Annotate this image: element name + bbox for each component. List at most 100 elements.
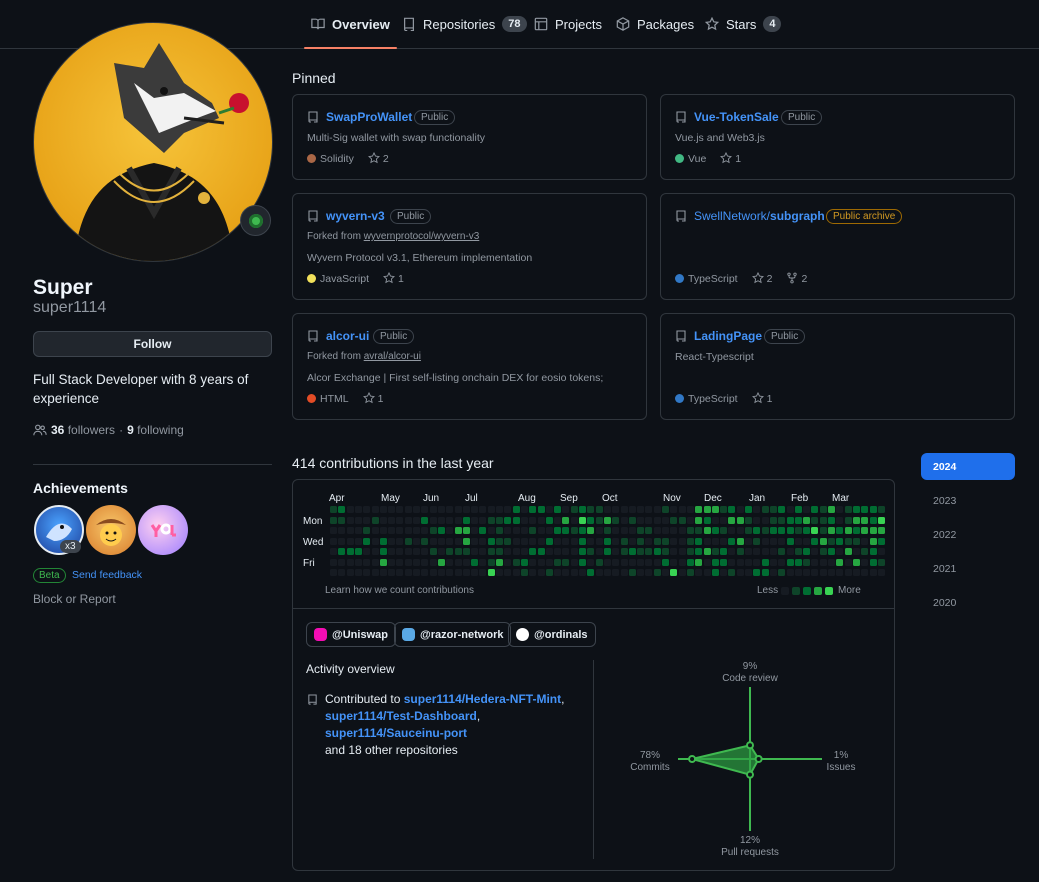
contribution-day-cell[interactable] bbox=[736, 506, 744, 513]
contribution-day-cell[interactable] bbox=[603, 537, 611, 545]
contribution-day-cell[interactable] bbox=[487, 548, 495, 555]
contribution-day-cell[interactable] bbox=[786, 537, 794, 545]
contribution-day-cell[interactable] bbox=[861, 527, 869, 534]
contribution-day-cell[interactable] bbox=[587, 569, 595, 576]
contribution-day-cell[interactable] bbox=[645, 548, 653, 555]
org-filter-razor-network[interactable]: @razor-network bbox=[394, 622, 512, 647]
contribution-day-cell[interactable] bbox=[836, 558, 844, 566]
contribution-day-cell[interactable] bbox=[579, 516, 586, 524]
contribution-day-cell[interactable] bbox=[761, 537, 769, 545]
contribution-day-cell[interactable] bbox=[794, 537, 802, 545]
repo-stars-link[interactable]: 1 bbox=[383, 271, 404, 285]
contribution-day-cell[interactable] bbox=[404, 569, 412, 576]
contribution-day-cell[interactable] bbox=[745, 516, 752, 524]
contribution-day-cell[interactable] bbox=[670, 558, 678, 566]
following-link[interactable]: 9 following bbox=[127, 423, 184, 437]
contribution-day-cell[interactable] bbox=[728, 516, 736, 524]
contribution-day-cell[interactable] bbox=[811, 527, 819, 534]
repo-name-link[interactable]: LadingPage bbox=[694, 329, 762, 343]
contribution-day-cell[interactable] bbox=[504, 548, 512, 555]
contribution-day-cell[interactable] bbox=[877, 516, 885, 524]
contribution-day-cell[interactable] bbox=[437, 548, 445, 555]
contribution-day-cell[interactable] bbox=[653, 537, 661, 545]
contribution-day-cell[interactable] bbox=[446, 527, 454, 534]
contribution-day-cell[interactable] bbox=[479, 569, 487, 576]
contribution-day-cell[interactable] bbox=[404, 558, 412, 566]
contribution-day-cell[interactable] bbox=[637, 516, 645, 524]
contribution-day-cell[interactable] bbox=[811, 537, 819, 545]
contribution-day-cell[interactable] bbox=[346, 506, 354, 513]
contribution-day-cell[interactable] bbox=[720, 558, 728, 566]
repo-stars-link[interactable]: 1 bbox=[720, 151, 741, 165]
contribution-day-cell[interactable] bbox=[404, 548, 412, 555]
contribution-day-cell[interactable] bbox=[794, 569, 802, 576]
contribution-day-cell[interactable] bbox=[653, 506, 661, 513]
contribution-day-cell[interactable] bbox=[545, 516, 553, 524]
contribution-day-cell[interactable] bbox=[496, 537, 503, 545]
contribution-day-cell[interactable] bbox=[819, 569, 827, 576]
contribution-day-cell[interactable] bbox=[869, 527, 877, 534]
contribution-day-cell[interactable] bbox=[695, 548, 703, 555]
contribution-day-cell[interactable] bbox=[711, 516, 719, 524]
contribution-day-cell[interactable] bbox=[520, 516, 528, 524]
contribution-day-cell[interactable] bbox=[836, 537, 844, 545]
contribution-day-cell[interactable] bbox=[603, 548, 611, 555]
contribution-day-cell[interactable] bbox=[421, 537, 429, 545]
contribution-day-cell[interactable] bbox=[819, 506, 827, 513]
contribution-day-cell[interactable] bbox=[413, 548, 420, 555]
contribution-day-cell[interactable] bbox=[446, 558, 454, 566]
forked-from-link[interactable]: wyvernprotocol/wyvern-v3 bbox=[364, 231, 480, 242]
contribution-day-cell[interactable] bbox=[753, 548, 761, 555]
contribution-day-cell[interactable] bbox=[836, 516, 844, 524]
contribution-day-cell[interactable] bbox=[562, 558, 570, 566]
contribution-day-cell[interactable] bbox=[545, 506, 553, 513]
contribution-day-cell[interactable] bbox=[429, 569, 437, 576]
contribution-day-cell[interactable] bbox=[620, 506, 628, 513]
contribution-day-cell[interactable] bbox=[404, 527, 412, 534]
contribution-day-cell[interactable] bbox=[728, 527, 736, 534]
contribution-day-cell[interactable] bbox=[346, 569, 354, 576]
contribution-day-cell[interactable] bbox=[537, 558, 545, 566]
contribution-day-cell[interactable] bbox=[363, 516, 371, 524]
repo-stars-link[interactable]: 2 bbox=[751, 271, 772, 285]
contribution-day-cell[interactable] bbox=[396, 527, 404, 534]
contribution-day-cell[interactable] bbox=[861, 516, 869, 524]
contribution-day-cell[interactable] bbox=[388, 516, 396, 524]
contribution-day-cell[interactable] bbox=[396, 558, 404, 566]
contribution-day-cell[interactable] bbox=[761, 569, 769, 576]
contribution-day-cell[interactable] bbox=[645, 569, 653, 576]
contribution-day-cell[interactable] bbox=[828, 569, 835, 576]
contribution-day-cell[interactable] bbox=[620, 558, 628, 566]
contribution-day-cell[interactable] bbox=[745, 569, 752, 576]
contribution-day-cell[interactable] bbox=[720, 548, 728, 555]
contribution-day-cell[interactable] bbox=[379, 506, 387, 513]
contribution-day-cell[interactable] bbox=[396, 537, 404, 545]
contribution-day-cell[interactable] bbox=[628, 516, 636, 524]
achievement-badge-yolo[interactable] bbox=[138, 505, 188, 555]
contribution-day-cell[interactable] bbox=[462, 537, 470, 545]
contribution-day-cell[interactable] bbox=[778, 506, 786, 513]
repo-forks-link[interactable]: 2 bbox=[786, 272, 807, 285]
contribution-day-cell[interactable] bbox=[587, 506, 595, 513]
contribution-day-cell[interactable] bbox=[686, 569, 694, 576]
contribution-day-cell[interactable] bbox=[479, 506, 487, 513]
contribution-day-cell[interactable] bbox=[429, 558, 437, 566]
contribution-day-cell[interactable] bbox=[388, 548, 396, 555]
contribution-day-cell[interactable] bbox=[413, 527, 420, 534]
contribution-day-cell[interactable] bbox=[678, 569, 686, 576]
contribution-day-cell[interactable] bbox=[711, 527, 719, 534]
contribution-day-cell[interactable] bbox=[388, 506, 396, 513]
contribution-day-cell[interactable] bbox=[819, 527, 827, 534]
contribution-day-cell[interactable] bbox=[769, 548, 777, 555]
contribution-day-cell[interactable] bbox=[346, 537, 354, 545]
contribution-day-cell[interactable] bbox=[620, 537, 628, 545]
contributed-repo-link[interactable]: super1114/Sauceinu-port bbox=[325, 726, 467, 740]
contribution-day-cell[interactable] bbox=[330, 548, 337, 555]
contribution-day-cell[interactable] bbox=[446, 516, 454, 524]
contribution-day-cell[interactable] bbox=[828, 527, 835, 534]
contribution-day-cell[interactable] bbox=[720, 527, 728, 534]
contribution-day-cell[interactable] bbox=[579, 569, 586, 576]
contribution-day-cell[interactable] bbox=[587, 558, 595, 566]
contribution-day-cell[interactable] bbox=[612, 548, 620, 555]
org-filter-ordinals[interactable]: @ordinals bbox=[508, 622, 596, 647]
